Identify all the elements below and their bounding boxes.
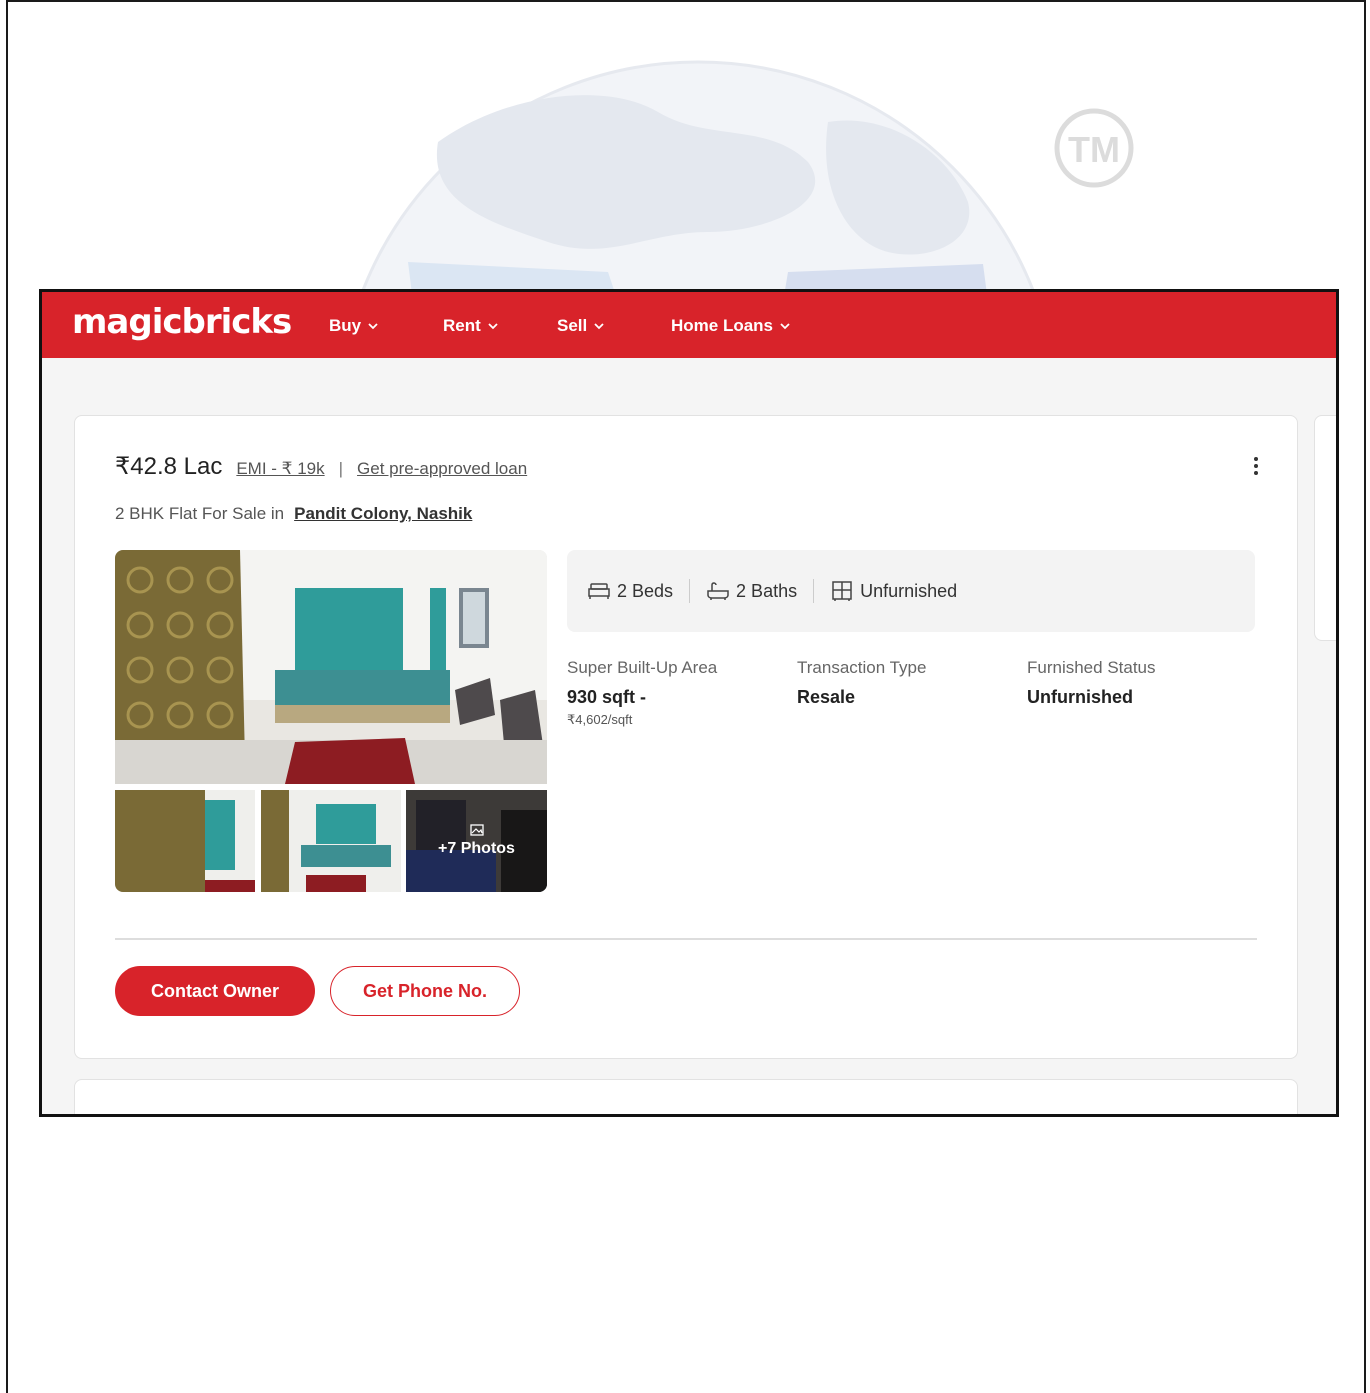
- magicbricks-logo[interactable]: magicbricks: [72, 302, 292, 342]
- detail-value: 930 sqft -: [567, 687, 647, 707]
- nav-sell-label: Sell: [557, 316, 588, 335]
- detail-label: Furnished Status: [1027, 658, 1156, 677]
- card-divider: [115, 938, 1257, 940]
- bathtub-icon: [707, 582, 729, 600]
- emi-link[interactable]: EMI - ₹ 19k: [236, 459, 324, 479]
- nav-home-loans[interactable]: Home Loans: [671, 316, 791, 336]
- summary-divider: [813, 579, 815, 603]
- baths-summary: 2 Baths: [706, 581, 797, 602]
- room-photo-image: [115, 550, 547, 784]
- main-photo[interactable]: [115, 550, 547, 784]
- photo-thumbnail[interactable]: +7 Photos: [406, 790, 547, 892]
- listing-title: 2 BHK Flat For Sale in: [115, 504, 285, 523]
- app-screenshot: magicbricks Buy Rent Sell Home Loans ₹42…: [39, 289, 1339, 1117]
- furnishing-label: Unfurnished: [860, 580, 958, 601]
- nav-rent-label: Rent: [443, 316, 481, 335]
- detail-label: Super Built-Up Area: [567, 658, 718, 677]
- detail-value: Unfurnished: [1027, 687, 1133, 707]
- summary-divider: [689, 579, 691, 603]
- chevron-down-icon: [594, 323, 604, 330]
- watermark-globe: TM: [357, 60, 1134, 302]
- pre-approved-loan-link[interactable]: Get pre-approved loan: [357, 459, 527, 479]
- price-row: ₹42.8 Lac EMI - ₹ 19k | Get pre-approved…: [115, 452, 527, 481]
- summary-box: 2 Beds 2 Baths Unfurnished: [567, 550, 1255, 632]
- nav-rent[interactable]: Rent: [443, 316, 499, 336]
- more-photos-overlay[interactable]: +7 Photos: [406, 790, 547, 892]
- detail-sub: ₹4,602/sqft: [567, 712, 633, 727]
- photo-thumbnail[interactable]: [115, 790, 255, 892]
- get-phone-button[interactable]: Get Phone No.: [330, 966, 520, 1016]
- beds-summary: 2 Beds: [587, 581, 673, 602]
- nav-home-loans-label: Home Loans: [671, 316, 774, 335]
- more-options-icon[interactable]: [1249, 454, 1263, 480]
- contact-owner-button[interactable]: Contact Owner: [115, 966, 315, 1016]
- outer-frame: TM magicbricks Buy Rent Sell Home Loans: [6, 0, 1366, 1393]
- bed-icon: [588, 583, 610, 599]
- gallery-icon: [469, 824, 484, 836]
- detail-furnished-status: Furnished Status Unfurnished: [1027, 658, 1156, 708]
- chevron-down-icon: [488, 323, 498, 330]
- nav-sell[interactable]: Sell: [557, 316, 605, 336]
- more-photos-count: +7 Photos: [438, 840, 515, 857]
- detail-transaction-type: Transaction Type Resale: [797, 658, 926, 708]
- detail-super-built-up-area: Super Built-Up Area 930 sqft - ₹4,602/sq…: [567, 658, 717, 728]
- tm-mark: TM: [1068, 129, 1120, 170]
- detail-label: Transaction Type: [797, 658, 927, 677]
- wardrobe-icon: [832, 581, 852, 601]
- furnishing-summary: Unfurnished: [830, 580, 957, 602]
- nav-buy[interactable]: Buy: [329, 316, 379, 336]
- listing-title-row: 2 BHK Flat For Sale in Pandit Colony, Na…: [115, 504, 472, 524]
- top-navbar: magicbricks Buy Rent Sell Home Loans: [42, 292, 1336, 358]
- baths-label: 2 Baths: [736, 580, 798, 601]
- thumbnail-image: [115, 790, 255, 892]
- chevron-down-icon: [368, 323, 378, 330]
- listing-card[interactable]: ₹42.8 Lac EMI - ₹ 19k | Get pre-approved…: [74, 415, 1298, 1059]
- chevron-down-icon: [780, 323, 790, 330]
- next-listing-card[interactable]: [74, 1079, 1298, 1114]
- price-separator: |: [338, 459, 344, 478]
- thumbnail-image: [261, 790, 401, 892]
- nav-buy-label: Buy: [329, 316, 362, 335]
- locality-link[interactable]: Pandit Colony, Nashik: [294, 504, 472, 524]
- listing-price: ₹42.8 Lac: [115, 453, 223, 480]
- beds-label: 2 Beds: [617, 580, 674, 601]
- side-card: [1314, 415, 1336, 641]
- photo-thumbnail[interactable]: [261, 790, 401, 892]
- detail-value: Resale: [797, 687, 856, 707]
